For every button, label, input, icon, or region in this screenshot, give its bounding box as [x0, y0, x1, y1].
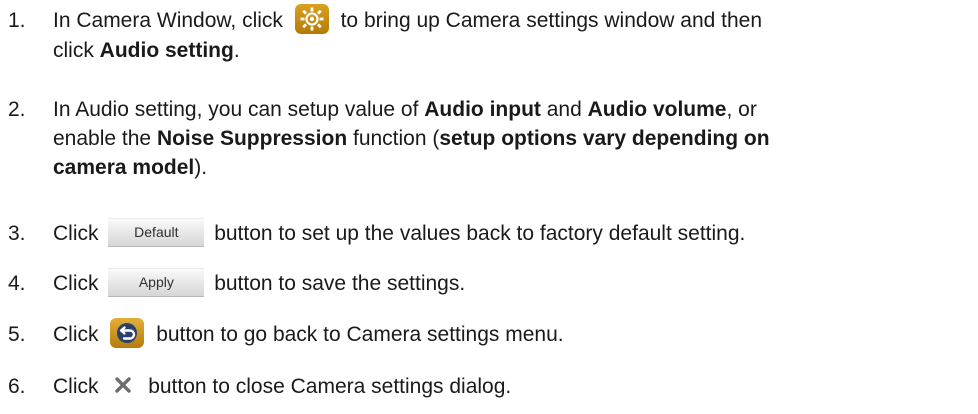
step-1-text-c: click [53, 39, 100, 63]
step-1-text-a: In Camera Window, click [53, 9, 283, 32]
step-text: Click Default button to set up the value… [53, 217, 978, 249]
default-button[interactable]: Default [108, 217, 205, 247]
step-4-text-a: Click [53, 272, 99, 295]
step-number: 2. [8, 98, 26, 121]
step-3-text-b: button to set up the values back to fact… [214, 222, 746, 245]
step-2-bold-b: Audio volume [587, 98, 727, 121]
step-2-text-e: function ( [347, 127, 440, 150]
close-x-icon[interactable] [112, 374, 134, 396]
apply-button[interactable]: Apply [108, 267, 205, 297]
step-2-bold-e: camera model [53, 156, 195, 179]
step-text: Click button to go back to Camera settin… [53, 318, 978, 350]
step-text: In Audio setting, you can setup value of… [53, 95, 978, 182]
step-5-text-a: Click [53, 323, 99, 346]
settings-gear-icon [294, 4, 329, 35]
step-1-text-d: . [233, 39, 240, 63]
step-2-bold-d: setup options vary depending on [439, 127, 770, 150]
step-2-text-b: and [540, 98, 588, 121]
step-1-text-b: to bring up Camera settings window and t… [340, 9, 763, 32]
step-number: 4. [8, 272, 26, 295]
step-2-bold-c: Noise Suppression [156, 127, 348, 150]
step-2-text-a: In Audio setting, you can setup value of [53, 98, 425, 121]
step-number: 3. [8, 222, 26, 245]
step-number: 5. [8, 323, 26, 346]
step-text: Click Apply button to save the settings. [53, 267, 978, 299]
step-2-text-f: ). [194, 156, 208, 179]
step-5-text-b: button to go back to Camera settings men… [156, 323, 564, 346]
step-number: 6. [8, 375, 26, 398]
step-2-text-d: enable the [53, 127, 157, 150]
step-1-bold: Audio setting [99, 39, 234, 63]
step-number: 1. [8, 9, 26, 32]
step-4-text-b: button to save the settings. [214, 272, 466, 295]
step-6-text-a: Click [53, 375, 99, 398]
step-text: Click button to close Camera settings di… [53, 372, 978, 401]
step-text: In Camera Window, click to bring up Came… [53, 4, 978, 65]
step-2-text-c: , or [726, 98, 757, 121]
step-3-text-a: Click [53, 222, 99, 245]
step-2-bold-a: Audio input [424, 98, 541, 121]
back-arrow-icon[interactable] [110, 318, 145, 349]
step-6-text-b: button to close Camera settings dialog. [148, 375, 512, 398]
